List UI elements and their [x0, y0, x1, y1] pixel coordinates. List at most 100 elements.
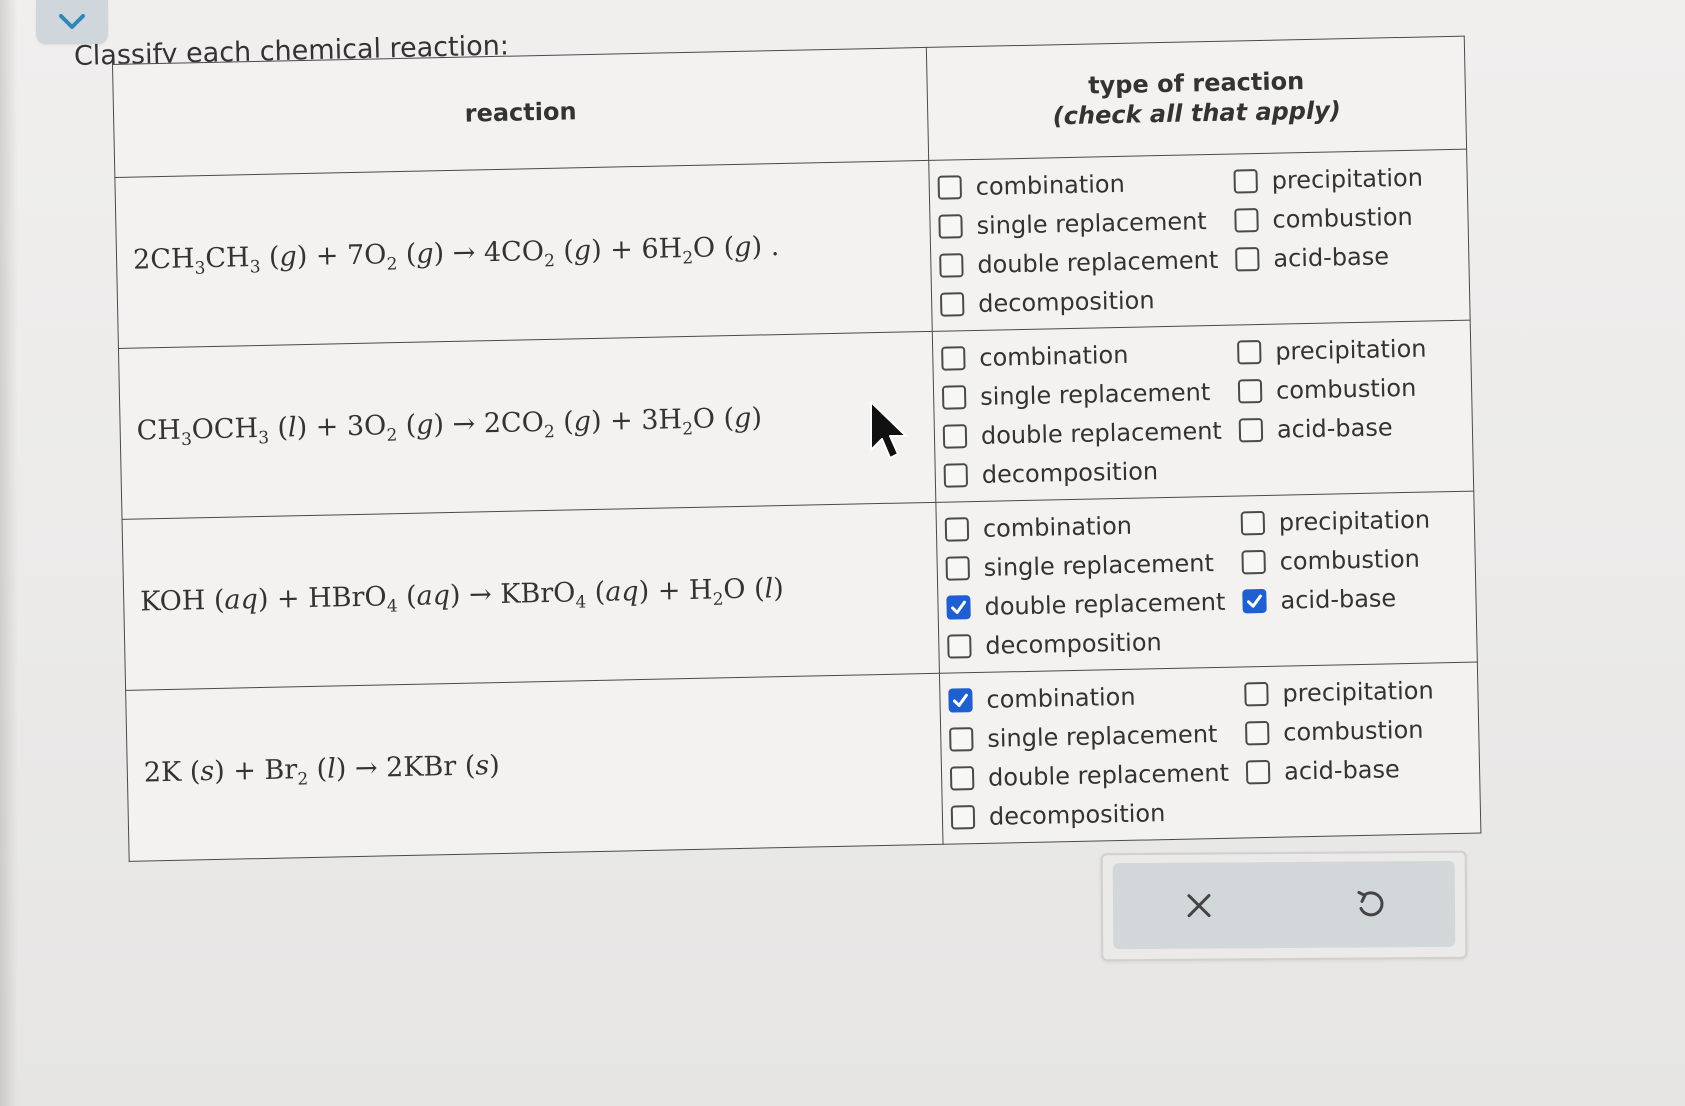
reaction-table-container: reaction type of reaction (check all tha…	[112, 35, 1482, 866]
collapse-toggle[interactable]	[36, 0, 108, 44]
option-double-replacement[interactable]: double replacement	[942, 416, 1240, 450]
checkbox-acid-base[interactable]	[1242, 588, 1267, 613]
option-single-replacement[interactable]: single replacement	[938, 206, 1235, 240]
checkbox-double-replacement[interactable]	[949, 765, 975, 791]
table-row: 2K (s) + Br2 (l) → 2KBr (s) combination si…	[125, 662, 1481, 862]
option-combination[interactable]: combination	[948, 680, 1245, 714]
option-label: precipitation	[1282, 675, 1434, 708]
option-decomposition[interactable]: decomposition	[950, 797, 1248, 831]
option-label: combination	[986, 682, 1136, 714]
action-button-bar	[1112, 860, 1456, 950]
option-precipitation[interactable]: precipitation	[1240, 504, 1462, 537]
table-row: 2CH3CH3 (g) + 7O2 (g) → 4CO2 (g) + 6H2O …	[114, 149, 1471, 349]
option-acid-base[interactable]: acid-base	[1245, 753, 1467, 786]
option-label: single replacement	[976, 206, 1207, 240]
checkbox-combustion[interactable]	[1234, 207, 1259, 233]
option-combination[interactable]: combination	[941, 338, 1238, 372]
reaction-type-option-grid: combination single replacement double repl…	[948, 670, 1474, 837]
option-combustion[interactable]: combustion	[1237, 372, 1459, 405]
option-decomposition[interactable]: decomposition	[947, 626, 1244, 660]
checkbox-decomposition[interactable]	[947, 633, 972, 659]
option-double-replacement[interactable]: double replacement	[946, 587, 1243, 621]
option-label: precipitation	[1278, 505, 1431, 537]
option-single-replacement[interactable]: single replacement	[945, 548, 1242, 582]
checkbox-combination[interactable]	[948, 687, 973, 713]
checkmark-icon	[951, 600, 966, 614]
option-single-replacement[interactable]: single replacement	[949, 719, 1246, 753]
page-edge-shadow	[0, 0, 18, 1106]
option-label: double replacement	[977, 245, 1219, 279]
option-combustion[interactable]: combustion	[1234, 201, 1455, 234]
checkbox-precipitation[interactable]	[1244, 681, 1269, 706]
checkbox-acid-base[interactable]	[1235, 246, 1260, 272]
reaction-equation: KOH (aq) + HBrO4 (aq) → KBrO4 (aq) + H2O…	[122, 502, 940, 691]
type-column-header: type of reaction (check all that apply)	[926, 36, 1467, 161]
checkbox-acid-base[interactable]	[1238, 417, 1264, 442]
checkbox-combination[interactable]	[937, 174, 963, 200]
option-label: double replacement	[984, 587, 1226, 621]
chevron-down-icon	[59, 14, 85, 29]
checkbox-precipitation[interactable]	[1237, 339, 1262, 364]
option-precipitation[interactable]: precipitation	[1237, 333, 1458, 366]
reaction-type-option-grid: combination single replacement double repl…	[941, 328, 1467, 495]
checkbox-single-replacement[interactable]	[941, 384, 967, 410]
reaction-equation: 2CH3CH3 (g) + 7O2 (g) → 4CO2 (g) + 6H2O …	[114, 160, 933, 349]
option-label: acid-base	[1280, 583, 1397, 615]
option-double-replacement[interactable]: double replacement	[939, 245, 1236, 279]
checkbox-double-replacement[interactable]	[946, 594, 971, 620]
option-label: single replacement	[979, 377, 1211, 411]
checkbox-combination[interactable]	[944, 516, 970, 542]
checkbox-single-replacement[interactable]	[945, 555, 970, 581]
option-single-replacement[interactable]: single replacement	[941, 377, 1239, 411]
option-label: acid-base	[1276, 412, 1393, 444]
checkmark-icon	[1247, 594, 1262, 608]
option-combination[interactable]: combination	[944, 509, 1242, 543]
checkbox-decomposition[interactable]	[939, 291, 965, 317]
option-double-replacement[interactable]: double replacement	[949, 758, 1247, 792]
reaction-equation: 2K (s) + Br2 (l) → 2KBr (s)	[125, 673, 944, 862]
table-body: 2CH3CH3 (g) + 7O2 (g) → 4CO2 (g) + 6H2O …	[114, 149, 1481, 862]
option-label: single replacement	[987, 719, 1218, 753]
close-icon	[1186, 894, 1211, 918]
reaction-header-label: reaction	[464, 97, 577, 128]
option-precipitation[interactable]: precipitation	[1233, 162, 1454, 195]
option-decomposition[interactable]: decomposition	[943, 455, 1241, 489]
option-label: single replacement	[983, 548, 1215, 582]
checkbox-combustion[interactable]	[1241, 549, 1266, 574]
reaction-type-options: combination single replacement double repl…	[935, 491, 1478, 674]
checkbox-double-replacement[interactable]	[939, 252, 964, 278]
option-combination[interactable]: combination	[937, 167, 1234, 201]
option-label: combination	[982, 511, 1133, 543]
checkbox-single-replacement[interactable]	[949, 726, 974, 752]
option-label: acid-base	[1283, 754, 1401, 786]
checkbox-precipitation[interactable]	[1233, 168, 1258, 194]
page-background: Classify each chemical reaction: reactio…	[0, 0, 1685, 1106]
checkbox-decomposition[interactable]	[943, 462, 969, 488]
option-combustion[interactable]: combustion	[1245, 714, 1466, 747]
option-label: combination	[975, 169, 1126, 201]
reaction-equation: CH3OCH3 (l) + 3O2 (g) → 2CO2 (g) + 3H2O …	[118, 331, 936, 520]
option-acid-base[interactable]: acid-base	[1242, 582, 1463, 615]
option-label: combination	[979, 340, 1129, 372]
checkbox-precipitation[interactable]	[1240, 510, 1266, 535]
clear-answer-button[interactable]	[1168, 875, 1228, 935]
reaction-type-option-grid: combination single replacement double repl…	[944, 499, 1471, 666]
checkbox-combustion[interactable]	[1237, 378, 1263, 403]
option-label: combustion	[1275, 373, 1417, 405]
checkbox-combustion[interactable]	[1245, 720, 1270, 745]
checkbox-decomposition[interactable]	[950, 804, 976, 830]
checkbox-double-replacement[interactable]	[942, 423, 968, 449]
option-acid-base[interactable]: acid-base	[1238, 411, 1460, 444]
option-label: decomposition	[977, 285, 1155, 318]
option-label: decomposition	[985, 627, 1162, 660]
option-precipitation[interactable]: precipitation	[1244, 675, 1465, 708]
option-combustion[interactable]: combustion	[1241, 543, 1462, 576]
checkbox-combination[interactable]	[941, 345, 966, 371]
undo-button[interactable]	[1339, 874, 1399, 934]
checkbox-acid-base[interactable]	[1245, 759, 1271, 784]
reaction-classification-table: reaction type of reaction (check all tha…	[112, 35, 1482, 862]
checkmark-icon	[953, 693, 968, 707]
option-acid-base[interactable]: acid-base	[1235, 240, 1456, 273]
option-decomposition[interactable]: decomposition	[939, 284, 1237, 318]
checkbox-single-replacement[interactable]	[938, 213, 963, 239]
